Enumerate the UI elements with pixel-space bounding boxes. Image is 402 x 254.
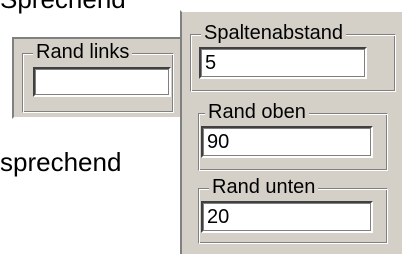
- clipped-heading-label: Sprechend: [0, 0, 126, 14]
- rand-oben-group: Rand oben: [198, 100, 388, 171]
- rand-unten-group: Rand unten: [198, 175, 388, 244]
- rand-links-field[interactable]: [33, 67, 171, 97]
- rand-oben-label: Rand oben: [205, 100, 309, 124]
- side-text-fragment: sprechend: [0, 147, 122, 177]
- clipped-heading-text: Sprechend: [0, 0, 160, 18]
- rand-unten-label: Rand unten: [209, 175, 319, 199]
- spaltenabstand-label: Spaltenabstand: [201, 21, 347, 45]
- rand-oben-field[interactable]: [201, 126, 373, 158]
- rand-links-group: Rand links: [22, 40, 174, 113]
- rand-unten-field[interactable]: [201, 201, 373, 233]
- spaltenabstand-group: Spaltenabstand: [190, 21, 396, 92]
- spaltenabstand-field[interactable]: [199, 47, 367, 79]
- rand-links-label: Rand links: [33, 40, 133, 64]
